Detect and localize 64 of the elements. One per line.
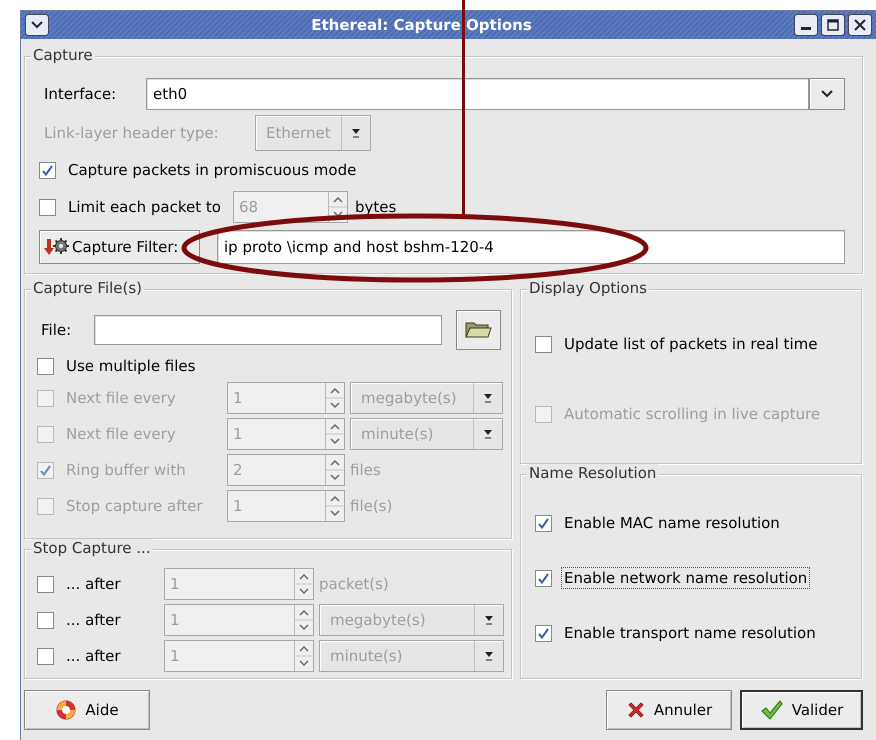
unit-label: files (350, 461, 381, 479)
group-title: Capture File(s) (31, 279, 144, 297)
checkbox[interactable]: ... after (37, 572, 127, 596)
folder-icon (464, 320, 492, 340)
checkbox[interactable]: Capture packets in promiscuous mode (39, 158, 362, 182)
spin-field[interactable]: 1 (164, 604, 314, 636)
checkbox[interactable]: Enable transport name resolution (535, 621, 822, 645)
caret-icon (351, 127, 361, 139)
checkmark-icon (537, 572, 550, 584)
maximize-icon[interactable] (821, 14, 845, 36)
dropdown-button[interactable] (809, 78, 845, 110)
dropdown[interactable]: megabyte(s) (319, 604, 504, 636)
lifebuoy-icon (55, 699, 78, 721)
chevron-down-icon (820, 89, 834, 99)
caret-icon (484, 614, 494, 626)
stepper-icon[interactable] (294, 605, 313, 635)
checkbox[interactable]: Enable MAC name resolution (535, 511, 786, 535)
spin-field[interactable]: 1 (164, 640, 314, 672)
browse-button[interactable] (456, 310, 501, 350)
checkbox[interactable]: ... after (37, 644, 127, 668)
window-menu-icon[interactable] (25, 14, 49, 36)
stepper-icon[interactable] (325, 455, 344, 485)
capture-filter-button[interactable]: Capture Filter: (39, 230, 200, 264)
checkmark-icon (537, 626, 550, 640)
file-field[interactable] (94, 315, 442, 345)
stepper-icon[interactable] (325, 383, 344, 413)
field-label: Link-layer header type: (44, 124, 220, 142)
stepper-icon[interactable] (294, 569, 313, 599)
checkmark-icon (41, 164, 54, 176)
window-title: Ethereal: Capture Options (310, 16, 533, 34)
arrow-gear-icon (44, 237, 70, 257)
checkbox[interactable]: Update list of packets in real time (535, 332, 824, 356)
caret-icon (483, 392, 493, 404)
field-label: Interface: (44, 85, 118, 103)
stepper-icon[interactable] (328, 192, 347, 222)
checkmark-icon (760, 699, 784, 721)
caret-icon (483, 428, 493, 440)
checkbox[interactable]: Use multiple files (37, 354, 202, 378)
group-title: Capture (31, 46, 95, 64)
checkbox[interactable]: Limit each packet to (39, 195, 227, 219)
stepper-icon[interactable] (325, 419, 344, 449)
filter-field[interactable]: ip proto \icmp and host bshm-120-4 (217, 230, 845, 264)
stepper-icon[interactable] (325, 491, 344, 521)
caret-icon (484, 650, 494, 662)
stepper-icon[interactable] (294, 641, 313, 671)
minimize-icon[interactable] (794, 14, 818, 36)
unit-label: bytes (354, 198, 396, 216)
unit-label: packet(s) (319, 575, 389, 593)
field-label: File: (41, 321, 72, 339)
checkmark-icon (537, 516, 550, 530)
spin-field[interactable]: 68 (232, 191, 348, 223)
cross-icon (626, 700, 646, 720)
group-title: Display Options (527, 279, 649, 297)
cancel-button[interactable]: Annuler (606, 690, 732, 730)
dropdown[interactable]: minute(s) (319, 640, 504, 672)
group-title: Stop Capture ... (31, 539, 153, 557)
interface-field[interactable]: eth0 (146, 78, 809, 110)
checkbox[interactable]: ... after (37, 608, 127, 632)
spin-field[interactable]: 1 (164, 568, 314, 600)
help-button[interactable]: Aide (24, 690, 150, 730)
checkmark-icon (39, 464, 52, 476)
unit-label: file(s) (350, 497, 392, 515)
ok-button[interactable]: Valider (740, 690, 863, 730)
close-icon[interactable] (848, 14, 872, 36)
